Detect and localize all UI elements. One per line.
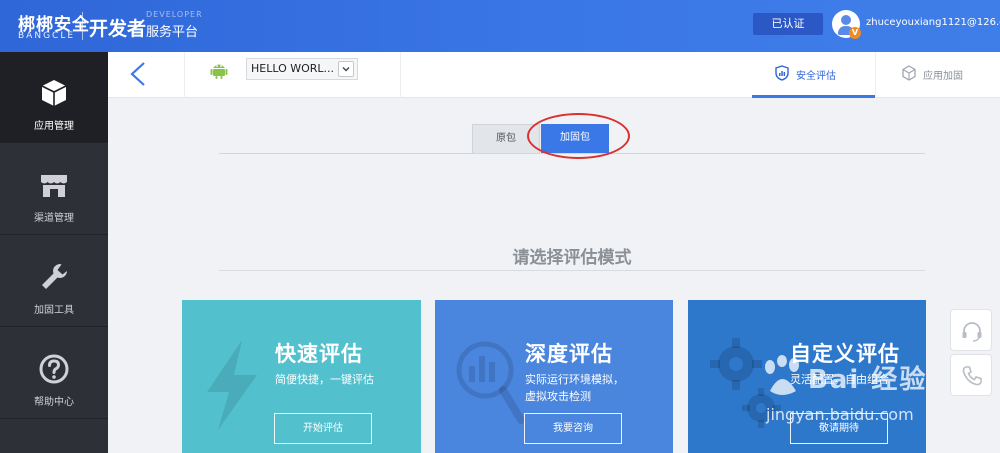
magnifier-chart-icon (456, 341, 525, 424)
coming-soon-button[interactable]: 敬请期待 (790, 413, 888, 444)
cube-icon (41, 80, 67, 106)
card-description: 灵活配置，自由组合 (790, 371, 889, 388)
divider (184, 52, 185, 98)
card-quick-assessment: 快速评估 简便快捷，一键评估 开始评估 (182, 300, 421, 453)
evaluation-mode-title: 请选择评估模式 (512, 248, 632, 268)
brand-logo-sub: BANGCLE (18, 31, 76, 41)
user-avatar[interactable]: V (832, 10, 861, 39)
logo-divider (82, 12, 83, 40)
sidebar-item-hardening-tools[interactable]: 加固工具 (0, 236, 108, 327)
tab-app-hardening[interactable]: 应用加固 (875, 52, 1000, 98)
phone-icon (962, 366, 982, 386)
sidebar-item-channel-management[interactable]: 渠道管理 (0, 144, 108, 235)
divider (219, 270, 925, 271)
card-description: 简便快捷，一键评估 (275, 371, 374, 388)
card-deep-assessment: 深度评估 实际运行环境模拟， 虚拟攻击检测 我要咨询 (435, 300, 673, 453)
shield-chart-icon (775, 65, 789, 81)
card-description-line: 虚拟攻击检测 (525, 390, 591, 403)
app-selector[interactable]: HELLO WORL... (246, 58, 358, 80)
gears-icon (710, 338, 781, 428)
sidebar-item-label: 加固工具 (34, 305, 74, 316)
user-email[interactable]: zhuceyouxiang1121@126.com (866, 17, 1000, 28)
help-icon (39, 354, 69, 384)
headset-icon (962, 322, 982, 342)
card-description-line: 简便快捷，一键评估 (275, 373, 374, 386)
sub-header: HELLO WORL... 安全评估 应用加固 (108, 52, 1000, 98)
vip-badge: V (849, 27, 861, 39)
developer-title: 开发者 (89, 18, 147, 40)
android-icon (210, 64, 228, 79)
card-description-line: 灵活配置，自由组合 (790, 373, 889, 386)
sidebar-item-label: 渠道管理 (34, 213, 74, 224)
tab-label: 应用加固 (923, 71, 963, 82)
developer-en-label: DEVELOPER (146, 10, 203, 19)
card-title: 深度评估 (525, 342, 613, 366)
phone-contact-button[interactable] (950, 354, 992, 396)
service-platform-label: 服务平台 (146, 25, 199, 40)
app-selector-value: HELLO WORL... (251, 62, 335, 75)
lightning-icon (207, 340, 257, 430)
customer-service-button[interactable] (950, 309, 992, 351)
sidebar-item-label: 应用管理 (34, 121, 74, 132)
avatar-head-shape (841, 15, 851, 25)
highlight-annotation-circle (527, 113, 630, 159)
card-title: 快速评估 (275, 342, 363, 366)
wrench-icon (42, 264, 67, 289)
verified-badge[interactable]: 已认证 (753, 13, 823, 35)
card-description-line: 实际运行环境模拟， (525, 373, 624, 386)
card-title: 自定义评估 (790, 342, 900, 366)
start-assessment-button[interactable]: 开始评估 (274, 413, 372, 444)
tab-label: 安全评估 (796, 71, 836, 82)
card-custom-assessment: 自定义评估 灵活配置，自由组合 敬请期待 (688, 300, 926, 453)
hexagon-cube-icon (902, 65, 916, 81)
sidebar: 应用管理 渠道管理 加固工具 帮助中心 (0, 52, 108, 453)
card-description: 实际运行环境模拟， 虚拟攻击检测 (525, 371, 624, 405)
sidebar-item-app-management[interactable]: 应用管理 (0, 52, 108, 143)
chevron-left-icon[interactable] (122, 56, 156, 92)
top-header: 梆梆安全 BANGCLE 开发者 DEVELOPER 服务平台 已认证 V zh… (0, 0, 1000, 52)
sidebar-item-help-center[interactable]: 帮助中心 (0, 328, 108, 419)
chevron-down-icon[interactable] (338, 61, 354, 77)
tab-security-assessment[interactable]: 安全评估 (752, 52, 875, 98)
store-icon (41, 175, 67, 197)
divider (400, 52, 401, 98)
consult-button[interactable]: 我要咨询 (524, 413, 622, 444)
sidebar-item-label: 帮助中心 (34, 397, 74, 408)
